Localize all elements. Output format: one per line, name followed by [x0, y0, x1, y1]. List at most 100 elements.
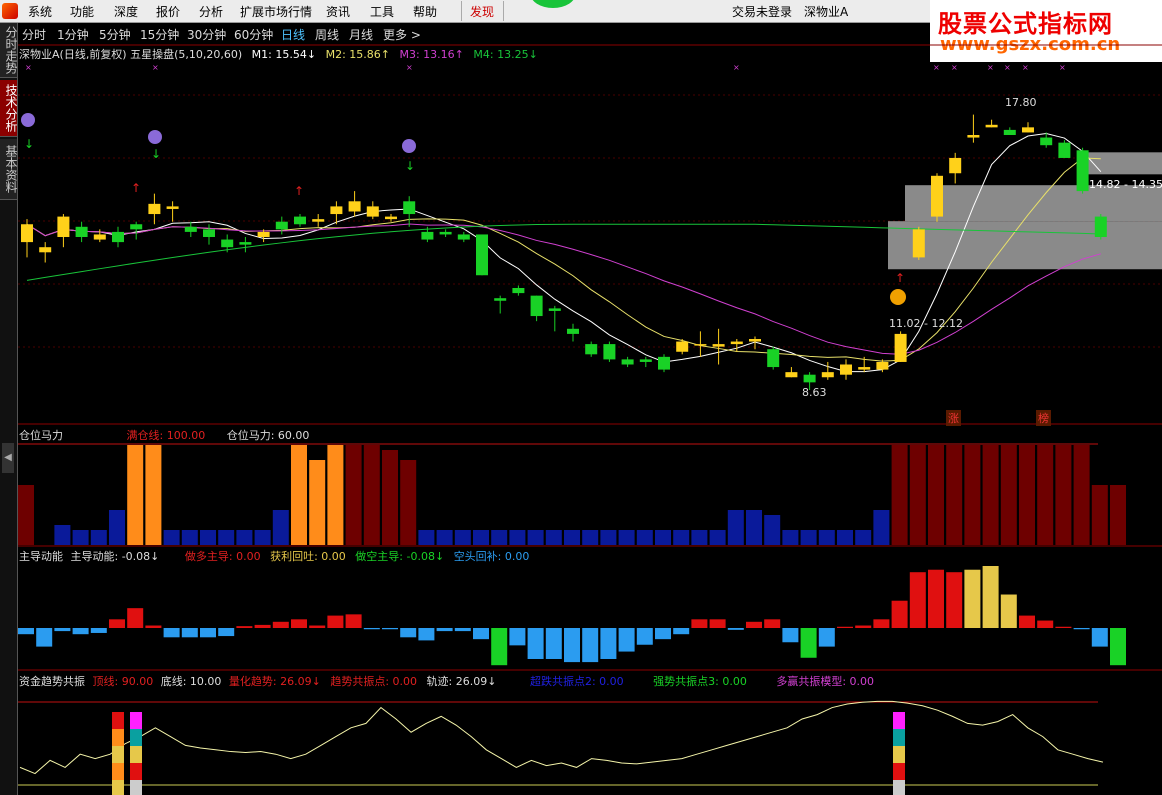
- cross-marker-icon: ×: [987, 63, 994, 72]
- resonance-block: [112, 729, 124, 746]
- momentum-bar: [36, 628, 53, 647]
- candle-body: [148, 203, 161, 215]
- candle-body: [57, 216, 70, 237]
- momentum-bar: [200, 628, 216, 638]
- momentum-bar: [746, 621, 762, 628]
- resistance-zone: [1086, 152, 1162, 175]
- momentum-bar: [127, 608, 144, 628]
- candle-body: [749, 339, 761, 342]
- candle-body: [494, 298, 507, 301]
- momentum-bar: [837, 626, 853, 628]
- position-bar: [145, 445, 162, 545]
- cross-marker-icon: ×: [933, 63, 940, 72]
- candle: [639, 356, 652, 368]
- position-bar: [837, 530, 853, 545]
- momentum-bar: [800, 628, 817, 658]
- candle: [112, 226, 124, 248]
- momentum-bar: [400, 628, 417, 638]
- momentum-bar: [1110, 628, 1126, 666]
- position-bar: [600, 530, 617, 545]
- momentum-bar: [564, 628, 580, 663]
- momentum-bar: [873, 619, 890, 628]
- sell-arrow-icon: ↓: [151, 147, 161, 161]
- position-bar: [691, 530, 708, 545]
- candle: [1076, 147, 1089, 194]
- cross-marker-icon: ×: [1004, 63, 1011, 72]
- position-bar: [236, 530, 253, 545]
- momentum-bar: [327, 615, 344, 628]
- momentum-bar: [818, 628, 835, 647]
- momentum-bar: [545, 628, 562, 659]
- candle: [275, 216, 288, 235]
- position-bar: [946, 445, 963, 545]
- candle-body: [730, 341, 743, 345]
- resonance-block: [893, 763, 905, 780]
- panel1-full-line: 满仓线: 100.00: [126, 429, 206, 442]
- position-bar: [891, 445, 908, 545]
- resonance-block: [130, 729, 142, 746]
- panel2-profit-back: 获利回吐: 0.00: [270, 550, 346, 563]
- momentum-bar: [163, 628, 180, 638]
- momentum-bar: [18, 628, 34, 635]
- candle: [39, 242, 52, 263]
- cross-marker-icon: ×: [406, 63, 413, 72]
- cross-marker-icon: ×: [1022, 63, 1029, 72]
- position-bar: [509, 530, 526, 545]
- panel2-long-lead: 做多主导: 0.00: [184, 550, 261, 563]
- position-bar: [1073, 445, 1090, 545]
- candle: [348, 191, 361, 217]
- panel2-bars: [18, 566, 1126, 666]
- position-bar: [909, 445, 926, 545]
- panel1-header: 仓位马力 满仓线: 100.00 仓位马力: 60.00: [19, 427, 309, 443]
- position-bar: [345, 445, 362, 545]
- candle: [75, 221, 88, 243]
- candle: [985, 119, 998, 128]
- panel2-header: 主导动能 主导动能: -0.08↓ 做多主导: 0.00 获利回吐: 0.00 …: [19, 548, 529, 564]
- candle-body: [39, 247, 52, 253]
- candle: [694, 331, 707, 357]
- cross-marker-icon: ×: [733, 63, 740, 72]
- candle: [621, 356, 634, 368]
- momentum-bar: [1055, 626, 1072, 628]
- position-bar: [436, 530, 453, 545]
- candle: [967, 114, 980, 143]
- resonance-block: [130, 712, 142, 729]
- candle-body: [894, 333, 907, 362]
- candle: [403, 196, 416, 227]
- panel1-bars: [18, 445, 1126, 545]
- position-bar: [1091, 485, 1108, 545]
- position-bar: [1019, 445, 1035, 545]
- momentum-bar: [72, 628, 89, 635]
- candle: [949, 152, 962, 184]
- candle: [603, 341, 616, 362]
- panel3-bottom-line: 底线: 10.00: [160, 675, 222, 688]
- panel3-strong-point: 强势共振点3: 0.00: [653, 675, 747, 688]
- low-price-label: 8.63: [802, 386, 827, 399]
- candle: [912, 226, 925, 260]
- panel2-short-cover: 空头回补: 0.00: [453, 550, 530, 563]
- candle: [385, 214, 397, 222]
- candle-body: [821, 372, 834, 378]
- momentum-bar: [145, 625, 162, 628]
- candle-body: [840, 364, 852, 375]
- position-bar: [928, 445, 944, 545]
- zhang-tag: 涨: [946, 410, 961, 426]
- position-bar: [655, 530, 671, 545]
- candle-body: [457, 234, 470, 240]
- support-zone-label: 11.02 - 12.12: [889, 317, 963, 330]
- momentum-bar: [90, 628, 107, 633]
- position-bar: [72, 530, 89, 545]
- candle-body: [312, 219, 325, 222]
- candle: [130, 221, 143, 240]
- momentum-bar: [582, 628, 599, 663]
- zones: [888, 152, 1162, 270]
- candle-body: [658, 356, 670, 370]
- momentum-bar: [509, 628, 526, 646]
- candle: [239, 237, 252, 253]
- resonance-block: [112, 712, 124, 729]
- momentum-bar: [964, 569, 981, 628]
- candle-body: [785, 372, 798, 378]
- candle: [894, 331, 907, 362]
- candle-body: [949, 157, 962, 174]
- panel3-super-point: 超跌共振点2: 0.00: [529, 675, 624, 688]
